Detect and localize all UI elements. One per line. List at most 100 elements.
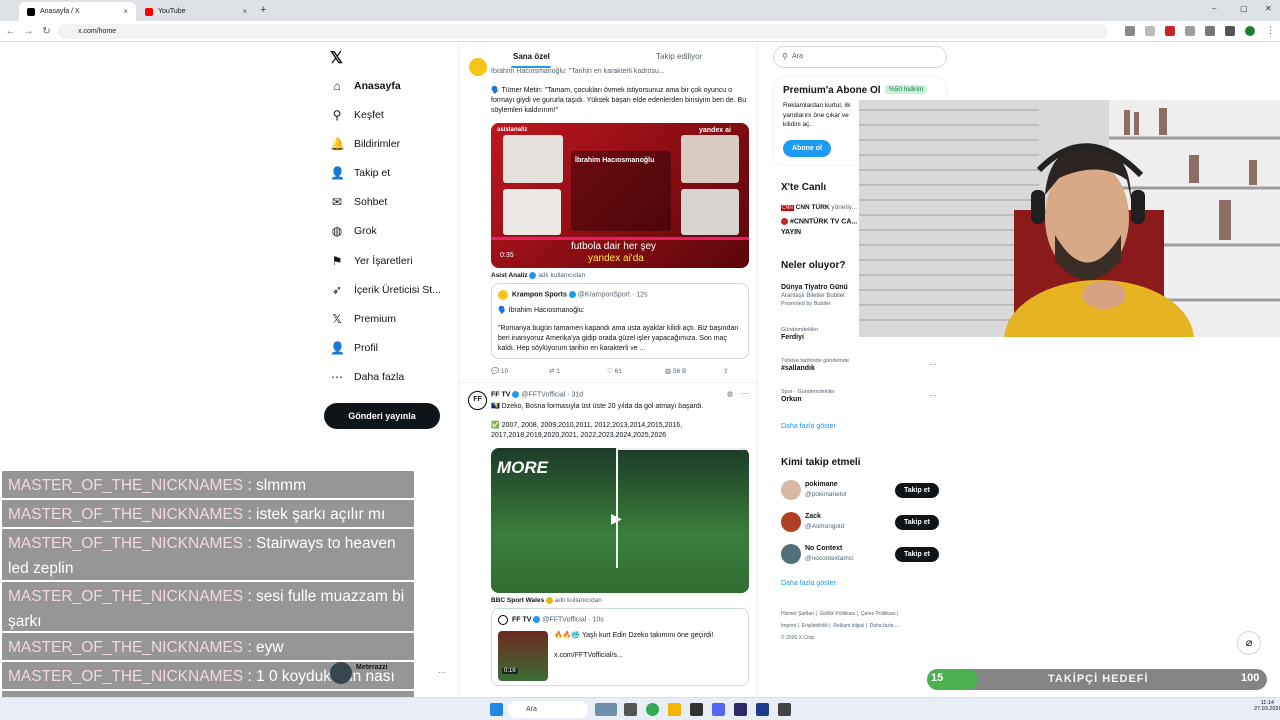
live-channel: CNN TÜRK	[795, 204, 830, 211]
windows-start-icon[interactable]	[490, 703, 503, 716]
address-bar[interactable]: x.com/home	[58, 24, 1108, 39]
subscribe-button[interactable]: Abone ol	[783, 140, 831, 157]
x-logo-icon: 𝕏	[332, 312, 342, 326]
author-name[interactable]: FF TV	[491, 391, 510, 398]
trend-item[interactable]: Türkiye tarihinde gündemde #sallandık ···	[781, 358, 941, 374]
taskbar-search[interactable]: Ara	[508, 701, 588, 718]
profile-avatar-icon[interactable]	[1245, 26, 1255, 36]
live-item[interactable]: CNN CNN TÜRK yönetiy...	[781, 204, 857, 211]
footer-link[interactable]: Erişilebilirlik	[802, 623, 828, 629]
account-more-icon[interactable]: ···	[438, 668, 446, 677]
sidebar-item-follow[interactable]: 👤 Takip et	[330, 163, 390, 183]
taskbar-clock[interactable]: 11:14 27.03.2026	[1254, 700, 1280, 712]
bookmark-star-icon[interactable]	[1145, 26, 1155, 36]
avatar[interactable]	[781, 544, 801, 564]
app-icon[interactable]	[778, 703, 791, 716]
sidebar-item-rocket[interactable]: ➶ İçerik Üreticisi St...	[330, 280, 441, 300]
avatar[interactable]	[781, 512, 801, 532]
follow-button[interactable]: Takip et	[895, 547, 939, 562]
sidebar-item-x-logo[interactable]: 𝕏 Premium	[330, 309, 396, 329]
footer-link[interactable]: Daha fazla ...	[870, 623, 899, 629]
trend-more-icon[interactable]: ···	[929, 360, 937, 369]
follow-show-more-link[interactable]: Daha fazla göster	[781, 580, 836, 587]
trend-more-icon[interactable]: ···	[929, 391, 937, 400]
play-icon[interactable]: ▶	[611, 510, 627, 526]
suggested-user-name[interactable]: pokimane	[805, 481, 838, 488]
extension-icon[interactable]	[1125, 26, 1135, 36]
widget-icon[interactable]	[595, 703, 617, 716]
footer-link[interactable]: Çerez Politikası	[861, 611, 896, 617]
views-button[interactable]: ▥ 56 B	[665, 367, 723, 375]
x-logo-icon[interactable]: 𝕏	[330, 48, 343, 68]
avatar[interactable]: FF	[468, 391, 487, 410]
sidebar-item-mail[interactable]: ✉ Sohbet	[330, 192, 387, 212]
suggested-user-name[interactable]: No Context	[805, 545, 842, 552]
premiere-icon[interactable]	[734, 703, 747, 716]
puzzle-icon[interactable]	[1205, 26, 1215, 36]
close-window-button[interactable]: ✕	[1265, 4, 1272, 13]
trends-show-more-link[interactable]: Daha fazla göster	[781, 423, 836, 430]
live-title[interactable]: #CNNTÜRK TV CA...	[781, 218, 857, 225]
share-icon[interactable]: ⇪	[723, 367, 728, 375]
chrome-icon[interactable]	[646, 703, 659, 716]
trend-item[interactable]: Spor · Gündemdekiler Orkun ···	[781, 389, 941, 405]
chat-message: MASTER_OF_THE_NICKNAMES : istek şarkı aç…	[2, 500, 414, 527]
tweet-video[interactable]: MORE ▶	[491, 448, 749, 593]
video-progress-bar[interactable]	[491, 237, 749, 240]
source-name[interactable]: Asist Analiz	[491, 272, 528, 279]
discord-icon[interactable]	[712, 703, 725, 716]
close-tab-icon[interactable]: ×	[123, 7, 128, 16]
sidebar-item-more[interactable]: ⋯ Daha fazla	[330, 367, 404, 387]
tab-for-you[interactable]: Sana özel	[513, 52, 550, 61]
app-icon[interactable]	[690, 703, 703, 716]
shield-extension-icon[interactable]	[1185, 26, 1195, 36]
avatar[interactable]	[781, 480, 801, 500]
footer-link[interactable]: Reklam bilgisi	[833, 623, 864, 629]
suggested-user-name[interactable]: Zack	[805, 513, 821, 520]
menu-kebab-icon[interactable]: ⋮	[1266, 25, 1275, 36]
like-button[interactable]: ♡ 61	[607, 367, 665, 375]
footer-link[interactable]: Imprint	[781, 623, 796, 629]
sidebar-item-home[interactable]: ⌂ Anasayfa	[330, 76, 400, 96]
file-explorer-icon[interactable]	[668, 703, 681, 716]
grok-icon[interactable]: ◍	[727, 390, 733, 398]
downloads-icon[interactable]	[1225, 26, 1235, 36]
quote-link[interactable]: x.com/FFTVofficial/s...	[554, 651, 744, 661]
pdf-extension-icon[interactable]	[1165, 26, 1175, 36]
minimize-button[interactable]: –	[1212, 4, 1216, 13]
quote-video-thumbnail[interactable]: 0:16	[498, 631, 548, 681]
sidebar-item-grok[interactable]: ◍ Grok	[330, 221, 377, 241]
new-tab-button[interactable]: +	[260, 4, 266, 16]
maximize-button[interactable]: ▢	[1240, 4, 1248, 13]
follow-button[interactable]: Takip et	[895, 515, 939, 530]
footer-link[interactable]: Hizmet Şartları	[781, 611, 814, 617]
footer-link[interactable]: Gizlilik Politikası	[820, 611, 856, 617]
clock-date: 27.03.2026	[1254, 706, 1280, 712]
tab-youtube[interactable]: YouTube ×	[137, 2, 255, 21]
sidebar-item-bookmark[interactable]: ⚑ Yer İşaretleri	[330, 251, 413, 271]
source-name[interactable]: BBC Sport Wales	[491, 597, 544, 604]
follow-button[interactable]: Takip et	[895, 483, 939, 498]
tab-following[interactable]: Takip ediliyor	[656, 52, 702, 61]
sidebar-item-bell[interactable]: 🔔 Bildirimler	[330, 134, 400, 154]
avatar[interactable]	[469, 58, 487, 76]
forward-icon[interactable]: →	[22, 25, 35, 38]
quoted-tweet[interactable]: FF TV @FFTVofficial · 10s 0:16 🔥🔥🥶 Yaşlı…	[491, 608, 749, 686]
reply-button[interactable]: 💬 10	[491, 367, 549, 375]
grok-float-icon[interactable]: ⌀	[1237, 631, 1261, 655]
quoted-tweet[interactable]: Krampon Sports @KramponSport · 12s 🗣️ İb…	[491, 283, 749, 359]
account-avatar[interactable]	[330, 662, 352, 684]
sidebar-item-profile[interactable]: 👤 Profil	[330, 338, 378, 358]
reload-icon[interactable]: ↻	[40, 25, 53, 38]
close-tab-icon[interactable]: ×	[242, 7, 247, 16]
tab-x-home[interactable]: Anasayfa / X ×	[19, 2, 136, 21]
tweet-video[interactable]: İbrahim Hacıosmanoğlu asistanaliz yandex…	[491, 123, 749, 268]
task-view-icon[interactable]	[624, 703, 637, 716]
sidebar-item-search[interactable]: ⚲ Keşfet	[330, 105, 384, 125]
app-icon[interactable]	[756, 703, 769, 716]
more-options-icon[interactable]: ···	[741, 389, 749, 398]
post-button[interactable]: Gönderi yayınla	[324, 403, 440, 429]
search-box[interactable]: ⚲ Ara	[773, 46, 947, 68]
back-icon[interactable]: ←	[4, 25, 17, 38]
retweet-button[interactable]: ⇄ 1	[549, 367, 607, 375]
